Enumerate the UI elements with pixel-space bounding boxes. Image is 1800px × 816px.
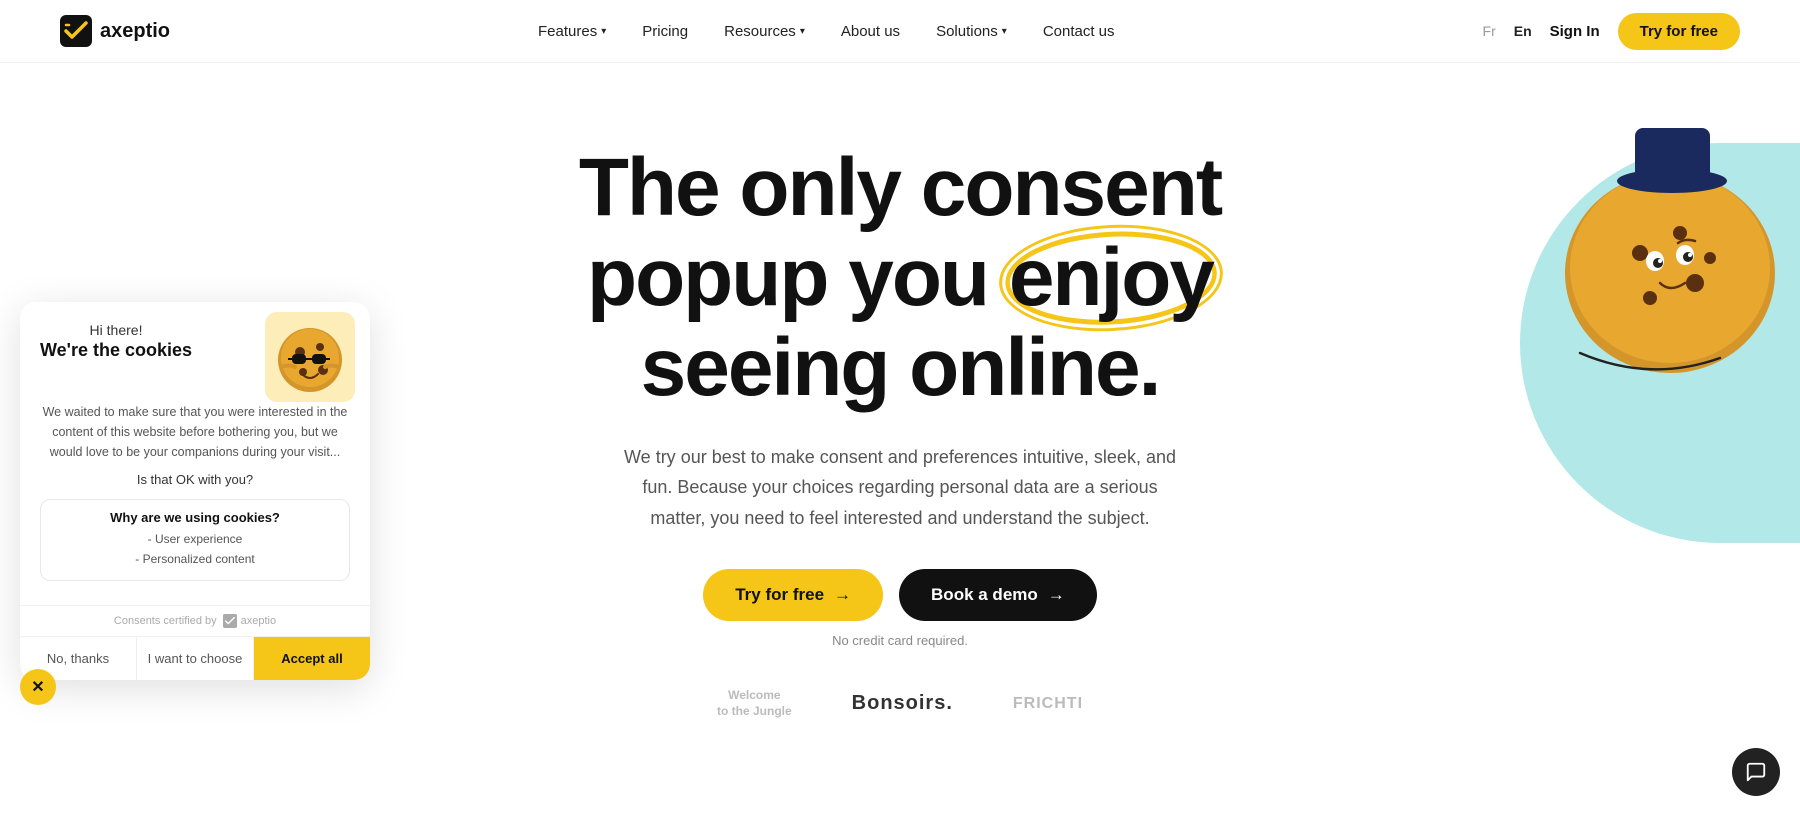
popup-footer: Consents certified by axeptio: [20, 605, 370, 636]
nav-features[interactable]: Features ▾: [538, 23, 606, 40]
popup-header: Hi there! We're the cookies: [20, 302, 370, 402]
signin-link[interactable]: Sign In: [1550, 23, 1600, 40]
popup-actions: No, thanks I want to choose Accept all: [20, 636, 370, 680]
popup-why-item1: - User experience: [55, 529, 335, 549]
popup-why-box: Why are we using cookies? - User experie…: [40, 499, 350, 581]
nav-pricing[interactable]: Pricing: [642, 23, 688, 40]
popup-accept-all-button[interactable]: Accept all: [254, 637, 370, 680]
hero-enjoy-word: enjoy: [1009, 232, 1213, 323]
brand-name: axeptio: [100, 20, 170, 43]
popup-choose-button[interactable]: I want to choose: [137, 637, 254, 680]
hero-title-line1: The only consent: [579, 142, 1221, 233]
hero-title-line3: seeing online.: [641, 322, 1160, 413]
lang-en[interactable]: En: [1514, 23, 1532, 39]
lang-fr[interactable]: Fr: [1483, 23, 1496, 39]
popup-certified-text: Consents certified by: [114, 615, 217, 627]
hero-buttons: Try for free → Book a demo →: [703, 569, 1097, 621]
try-free-arrow-icon: →: [834, 585, 851, 605]
nav-resources[interactable]: Resources ▾: [724, 23, 805, 40]
brand-logo[interactable]: axeptio: [60, 15, 170, 47]
popup-close-x-button[interactable]: ✕: [20, 669, 56, 705]
cookie-consent-popup: Hi there! We're the cookies: [20, 302, 370, 680]
popup-description: We waited to make sure that you were int…: [40, 402, 350, 462]
resources-chevron-icon: ▾: [800, 26, 805, 37]
popup-certified-logo: axeptio: [223, 614, 276, 628]
popup-why-title: Why are we using cookies?: [55, 510, 335, 525]
popup-cookie-image: [265, 312, 355, 402]
solutions-chevron-icon: ▾: [1002, 26, 1007, 37]
brand-wtj: Welcometo the Jungle: [717, 688, 792, 719]
hero-title: The only consent popup you enjoy seeing …: [579, 143, 1221, 414]
hero-title-line2: popup you: [587, 232, 988, 323]
hero-try-free-button[interactable]: Try for free →: [703, 569, 883, 621]
nav-solutions[interactable]: Solutions ▾: [936, 23, 1007, 40]
popup-why-item2: - Personalized content: [55, 549, 335, 569]
features-chevron-icon: ▾: [601, 26, 606, 37]
popup-body: We waited to make sure that you were int…: [20, 402, 370, 605]
no-credit-text: No credit card required.: [832, 633, 968, 648]
cookie-character-decoration: [1520, 113, 1780, 393]
hero-enjoy-wrapper: enjoy: [1009, 233, 1213, 323]
popup-question: Is that OK with you?: [40, 472, 350, 487]
popup-greeting: Hi there!: [40, 322, 192, 338]
nav-right: Fr En Sign In Try for free: [1483, 13, 1740, 50]
popup-title: We're the cookies: [40, 340, 192, 361]
chat-button[interactable]: [1732, 748, 1780, 796]
nav-contact[interactable]: Contact us: [1043, 23, 1115, 40]
nav-about[interactable]: About us: [841, 23, 900, 40]
hero-subtitle: We try our best to make consent and pref…: [620, 442, 1180, 534]
popup-text-block: Hi there! We're the cookies: [40, 322, 192, 361]
navbar: axeptio Features ▾ Pricing Resources ▾ A…: [0, 0, 1800, 63]
hero-book-demo-button[interactable]: Book a demo →: [899, 569, 1097, 621]
nav-center: Features ▾ Pricing Resources ▾ About us …: [538, 23, 1115, 40]
brand-logos: Welcometo the Jungle Bonsoirs. FRICHTI: [717, 668, 1083, 739]
book-demo-arrow-icon: →: [1048, 585, 1065, 605]
brand-bonsoirs: Bonsoirs.: [852, 692, 953, 715]
hero-section: The only consent popup you enjoy seeing …: [0, 63, 1800, 780]
brand-frichti: FRICHTI: [1013, 695, 1083, 713]
nav-try-free-button[interactable]: Try for free: [1618, 13, 1740, 50]
